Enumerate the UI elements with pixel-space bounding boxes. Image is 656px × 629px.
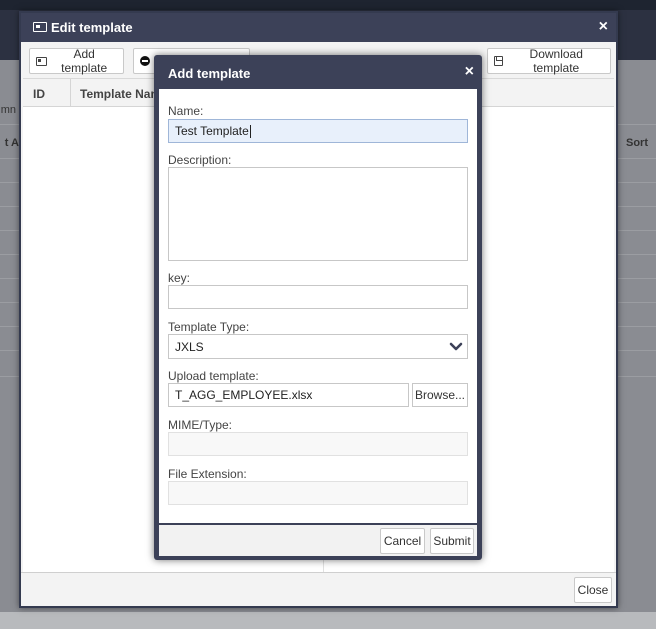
column-divider — [70, 79, 71, 107]
column-header-template-name[interactable]: Template Name — [80, 87, 160, 101]
app-top-bar — [0, 0, 656, 10]
add-template-header: Add template × — [154, 55, 482, 89]
upload-template-label: Upload template: — [168, 369, 259, 383]
file-extension-input[interactable] — [168, 481, 468, 505]
chevron-down-icon — [449, 342, 463, 351]
add-template-title: Add template — [168, 66, 251, 81]
card-icon — [36, 56, 48, 66]
add-template-dialog: Add template × Name: Test Template Descr… — [154, 55, 482, 560]
edit-template-title: Edit template — [51, 20, 133, 35]
edit-template-close-icon[interactable]: × — [599, 18, 608, 36]
save-icon — [494, 56, 504, 66]
minus-circle-icon — [140, 56, 150, 66]
download-template-button[interactable]: Download template — [487, 47, 611, 75]
add-template-form: Name: Test Template Description: key: Te… — [159, 89, 477, 523]
browse-button[interactable]: Browse... — [412, 383, 468, 407]
edit-template-footer: Close — [21, 572, 616, 606]
description-textarea[interactable] — [168, 167, 468, 261]
template-type-label: Template Type: — [168, 320, 250, 334]
edit-template-header: Edit template × — [21, 13, 616, 42]
app-column-header-fragment: mn — [0, 104, 16, 116]
name-input-value: Test Template — [175, 124, 249, 138]
mime-type-label: MIME/Type: — [168, 418, 233, 432]
column-header-id[interactable]: ID — [33, 87, 45, 101]
template-type-value: JXLS — [175, 339, 204, 354]
template-type-select[interactable]: JXLS — [168, 334, 468, 359]
add-template-close-icon[interactable]: × — [465, 63, 474, 81]
download-template-button-label: Download template — [529, 47, 583, 75]
add-template-button[interactable]: Add template — [29, 47, 124, 75]
name-input[interactable]: Test Template — [168, 119, 468, 143]
mime-type-input[interactable] — [168, 432, 468, 456]
submit-button[interactable]: Submit — [430, 528, 474, 554]
file-extension-label: File Extension: — [168, 467, 247, 481]
app-sort-header[interactable]: Sort — [626, 137, 656, 149]
add-template-button-label: Add template — [61, 47, 108, 75]
upload-template-input[interactable] — [168, 383, 409, 407]
app-bottom-bar — [0, 612, 656, 629]
name-label: Name: — [168, 104, 204, 118]
key-input[interactable] — [168, 285, 468, 309]
add-template-footer: Cancel Submit — [159, 523, 477, 556]
key-label: key: — [168, 271, 191, 285]
description-label: Description: — [168, 153, 232, 167]
close-button[interactable]: Close — [574, 577, 612, 603]
text-caret — [249, 124, 251, 138]
cancel-button[interactable]: Cancel — [380, 528, 425, 554]
card-icon — [33, 22, 47, 32]
